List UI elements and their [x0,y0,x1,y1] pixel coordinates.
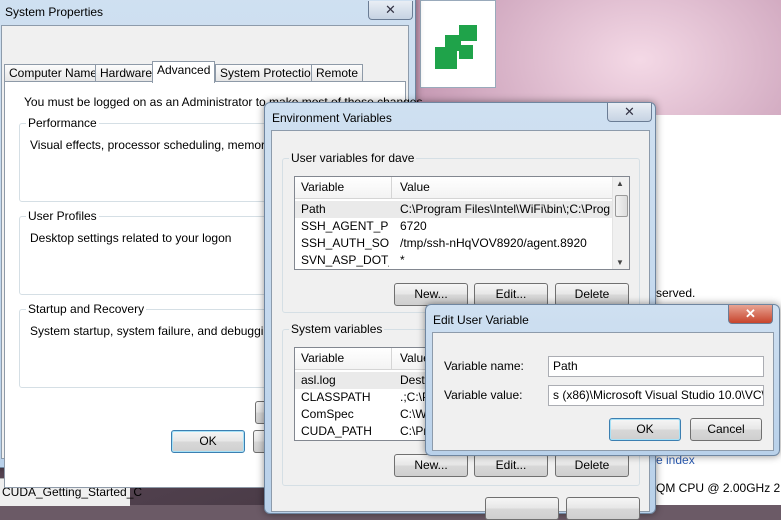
user-variables-label: User variables for dave [289,151,417,165]
variable-name-input[interactable]: Path [548,356,764,377]
env-cancel-button-partial[interactable] [566,497,640,520]
variable-name: CUDA_PATH [301,424,372,438]
logo-square [459,45,473,59]
edit-dialog-client: Variable name: Path Variable value: s (x… [432,332,774,451]
variable-name: Path [301,202,326,216]
user-variables-list[interactable]: Variable Value Path C:\Program Files\Int… [294,176,630,270]
window-title: System Properties [5,5,104,19]
variable-value-input[interactable]: s (x86)\Microsoft Visual Studio 10.0\VC\… [548,385,764,406]
scroll-down-icon[interactable]: ▼ [616,258,624,267]
user-edit-button[interactable]: Edit... [474,283,548,306]
close-button[interactable]: ✕ [607,103,652,122]
logo-square [459,25,477,41]
user-profiles-description: Desktop settings related to your logon [30,231,232,245]
variable-name: asl.log [301,373,336,387]
edit-user-variable-dialog: Edit User Variable ✕ Variable name: Path… [425,304,780,456]
variable-name: ComSpec [301,407,354,421]
variable-name: SSH_AGENT_PID [301,219,389,233]
close-button[interactable]: ✕ [368,1,413,20]
user-delete-button[interactable]: Delete [555,283,629,306]
variable-value: C:\Program Files\Intel\WiFi\bin\;C:\Prog… [400,202,610,216]
variable-name: SSH_AUTH_SOCK [301,236,389,250]
ok-button[interactable]: OK [171,430,245,453]
variable-value: /tmp/ssh-nHqVOV8920/agent.8920 [400,236,587,250]
logo-square [435,47,457,69]
env-ok-button-partial[interactable] [485,497,559,520]
tab-computer-name[interactable]: Computer Name [4,64,103,82]
tab-hardware[interactable]: Hardware [95,64,158,82]
variable-name: CLASSPATH [301,390,371,404]
performance-description: Visual effects, processor scheduling, me… [30,138,294,152]
close-button[interactable]: ✕ [728,305,773,324]
scroll-thumb[interactable] [615,195,628,217]
startup-recovery-label: Startup and Recovery [26,302,147,316]
user-variables-group: User variables for dave Variable Value P… [282,151,640,313]
background-text: QM CPU @ 2.00GHz 2.0 [656,481,781,495]
user-new-button[interactable]: New... [394,283,468,306]
column-header-variable[interactable]: Variable [301,180,344,194]
list-header: Variable Value [295,177,612,199]
dialog-title: Edit User Variable [433,313,529,327]
ok-button[interactable]: OK [609,418,681,441]
list-row[interactable]: SVN_ASP_DOT_... * [295,252,612,269]
variable-value: * [400,253,405,267]
variable-value: 6720 [400,219,427,233]
scroll-up-icon[interactable]: ▲ [616,179,624,188]
column-header-variable[interactable]: Variable [301,351,344,365]
list-row[interactable]: Path C:\Program Files\Intel\WiFi\bin\;C:… [295,201,612,218]
list-row[interactable]: SSH_AUTH_SOCK /tmp/ssh-nHqVOV8920/agent.… [295,235,612,252]
tab-system-protection[interactable]: System Protection [215,64,323,82]
close-icon: ✕ [624,104,635,119]
variable-name: SVN_ASP_DOT_... [301,253,389,267]
windows-logo-tile [420,0,496,88]
close-icon: ✕ [385,2,396,17]
column-header-value[interactable]: Value [400,180,430,194]
system-new-button[interactable]: New... [394,454,468,477]
performance-label: Performance [26,116,99,130]
variable-name-label: Variable name: [444,359,524,373]
window-title: Environment Variables [272,111,392,125]
variable-value-label: Variable value: [444,388,523,402]
background-text: served. [656,286,696,300]
close-icon: ✕ [745,306,756,321]
list-row[interactable]: SSH_AGENT_PID 6720 [295,218,612,235]
cancel-button[interactable]: Cancel [690,418,762,441]
system-delete-button[interactable]: Delete [555,454,629,477]
vertical-scrollbar[interactable]: ▲ ▼ [612,177,629,269]
startup-recovery-description: System startup, system failure, and debu… [30,324,293,338]
tab-advanced[interactable]: Advanced [152,61,216,83]
tab-remote[interactable]: Remote [311,64,364,82]
system-variables-label: System variables [289,322,385,336]
user-profiles-label: User Profiles [26,209,99,223]
system-edit-button[interactable]: Edit... [474,454,548,477]
